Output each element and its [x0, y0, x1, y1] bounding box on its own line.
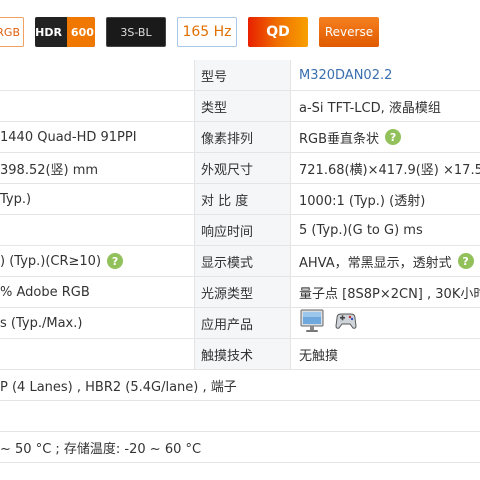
spec-label: 显示模式 [194, 246, 291, 276]
hdr600-badge: HDR 600 [35, 17, 95, 47]
spec-value: 量子点 [8S8P×2CN] , 30K小时 [291, 277, 480, 307]
spec-wide-value [0, 401, 480, 431]
spec-label: 响应时间 [194, 215, 291, 245]
spec-value-cell: AHVA，常黑显示，透射式 ? [291, 246, 480, 276]
spec-row: 398.52(竖) mm 外观尺寸 721.68(横)×417.9(竖) ×17… [0, 153, 480, 184]
spec-label: 外观尺寸 [194, 153, 291, 183]
backlight-badge-label: 3S-BL [120, 25, 152, 39]
help-icon[interactable]: ? [385, 129, 402, 145]
spec-row: Typ.) 对 比 度 1000:1 (Typ.) (透射) [0, 184, 480, 215]
monitor-icon[interactable] [299, 308, 325, 338]
spec-left-value [0, 339, 194, 369]
hdr-level-label: 600 [66, 17, 95, 47]
spec-left-value: ) (Typ.)(CR≥10) [0, 253, 102, 269]
rgb-badge: RGB [0, 17, 24, 47]
spec-value-cell: RGB垂直条状 ? [291, 122, 480, 152]
spec-row: % Adobe RGB 光源类型 量子点 [8S8P×2CN] , 30K小时 [0, 277, 480, 308]
spec-value: 5 (Typ.)(G to G) ms [291, 215, 480, 245]
help-icon[interactable]: ? [107, 253, 124, 269]
spec-label: 型号 [194, 60, 291, 90]
help-icon[interactable]: ? [457, 253, 474, 269]
spec-label: 应用产品 [194, 308, 291, 338]
spec-label: 类型 [194, 91, 291, 121]
spec-left-value: 398.52(竖) mm [0, 153, 194, 183]
spec-label: 光源类型 [194, 277, 291, 307]
spec-value: 1000:1 (Typ.) (透射) [291, 184, 480, 214]
spec-row: 响应时间 5 (Typ.)(G to G) ms [0, 215, 480, 246]
qd-badge-label: QD [266, 24, 290, 40]
spec-wide-row: P (4 Lanes) , HBR2 (5.4G/lane) , 端子 [0, 370, 480, 401]
spec-left-value: % Adobe RGB [0, 277, 194, 307]
spec-value: a-Si TFT-LCD, 液晶模组 [291, 91, 480, 121]
spec-left-value [0, 91, 194, 121]
spec-table: 型号 M320DAN02.2 类型 a-Si TFT-LCD, 液晶模组 144… [0, 60, 480, 463]
rgb-badge-label: RGB [0, 25, 20, 39]
spec-row: 触摸技术 无触摸 [0, 339, 480, 370]
spec-row: 型号 M320DAN02.2 [0, 60, 480, 91]
spec-wide-row [0, 401, 480, 432]
reverse-badge: Reverse [319, 17, 379, 47]
spec-row: 1440 Quad-HD 91PPI 像素排列 RGB垂直条状 ? [0, 122, 480, 153]
spec-row: ) (Typ.)(CR≥10) ? 显示模式 AHVA，常黑显示，透射式 ? [0, 246, 480, 277]
model-number: M320DAN02.2 [291, 60, 480, 90]
spec-row: 类型 a-Si TFT-LCD, 液晶模组 [0, 91, 480, 122]
spec-value: 721.68(横)×417.9(竖) ×17.57 [291, 153, 480, 183]
spec-left-value: s (Typ./Max.) [0, 308, 194, 338]
reverse-badge-label: Reverse [324, 25, 374, 39]
refresh-rate-badge: 165 Hz [177, 17, 237, 47]
spec-label: 对 比 度 [194, 184, 291, 214]
spec-value: RGB垂直条状 [299, 131, 380, 147]
spec-left-value [0, 215, 194, 245]
feature-badge-row: RGB HDR 600 3S-BL 165 Hz QD Reverse [0, 0, 480, 56]
spec-left-value [0, 60, 194, 90]
spec-left-value: Typ.) [0, 184, 194, 214]
spec-left-value: 1440 Quad-HD 91PPI [0, 122, 194, 152]
spec-left-value-cell: ) (Typ.)(CR≥10) ? [0, 246, 194, 276]
spec-wide-row: ~ 50 °C ; 存储温度: -20 ~ 60 °C [0, 432, 480, 463]
temperature-value: ~ 50 °C ; 存储温度: -20 ~ 60 °C [0, 441, 202, 457]
interface-value: P (4 Lanes) , HBR2 (5.4G/lane) , 端子 [0, 379, 237, 395]
spec-value: 无触摸 [291, 339, 480, 369]
spec-value: AHVA，常黑显示，透射式 [299, 255, 452, 271]
application-icons [291, 308, 480, 338]
spec-label: 像素排列 [194, 122, 291, 152]
backlight-badge: 3S-BL [106, 17, 166, 47]
spec-row: s (Typ./Max.) 应用产品 [0, 308, 480, 339]
hdr-badge-label: HDR [35, 25, 62, 39]
spec-label: 触摸技术 [194, 339, 291, 369]
refresh-rate-label: 165 Hz [182, 24, 232, 40]
gamepad-icon[interactable] [333, 308, 359, 338]
quantum-dot-badge: QD [248, 17, 308, 47]
